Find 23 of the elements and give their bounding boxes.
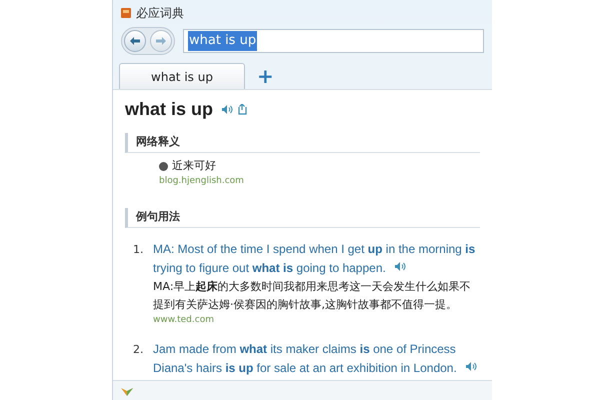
new-tab-button[interactable]: + bbox=[253, 63, 278, 89]
speaker-icon[interactable] bbox=[221, 104, 234, 115]
example-sentence: MA: Most of the time I spend when I get up in the morning is trying to figure out what is going to happen. bbox=[153, 241, 476, 277]
source-link[interactable]: www.ted.com bbox=[153, 314, 478, 328]
example-number: 2. bbox=[133, 342, 144, 358]
logo-icon bbox=[121, 386, 133, 396]
arrow-left-icon bbox=[130, 37, 140, 45]
section-title: 网络释义 bbox=[136, 134, 180, 150]
speaker-icon[interactable] bbox=[394, 261, 406, 272]
speaker-icon[interactable] bbox=[464, 360, 477, 372]
window-title: 必应词典 bbox=[136, 5, 184, 22]
example-number: 1. bbox=[133, 242, 144, 258]
example-sentence: Jam made from what its maker claims is one of Princess Diana's hairs is up for sale at an art exhibition in London. bbox=[153, 340, 478, 378]
headword: what is up bbox=[125, 98, 214, 121]
book-icon bbox=[121, 7, 132, 19]
example-translation: MA:早上起床的大多数时间我都用来思考这一天会发生什么如果不提到有关萨达姆·侯赛因的胸针故事,这胸针故事都不值得一提。 bbox=[153, 279, 472, 313]
arrow-right-icon bbox=[156, 37, 166, 45]
definition-text: 近来可好 bbox=[172, 158, 216, 174]
tab[interactable]: what is up bbox=[119, 63, 245, 89]
search-field[interactable]: what is up bbox=[183, 29, 484, 53]
section-title: 例句用法 bbox=[136, 209, 180, 226]
source-link[interactable]: blog.hjenglish.com bbox=[159, 174, 480, 188]
back-button[interactable] bbox=[124, 30, 146, 52]
